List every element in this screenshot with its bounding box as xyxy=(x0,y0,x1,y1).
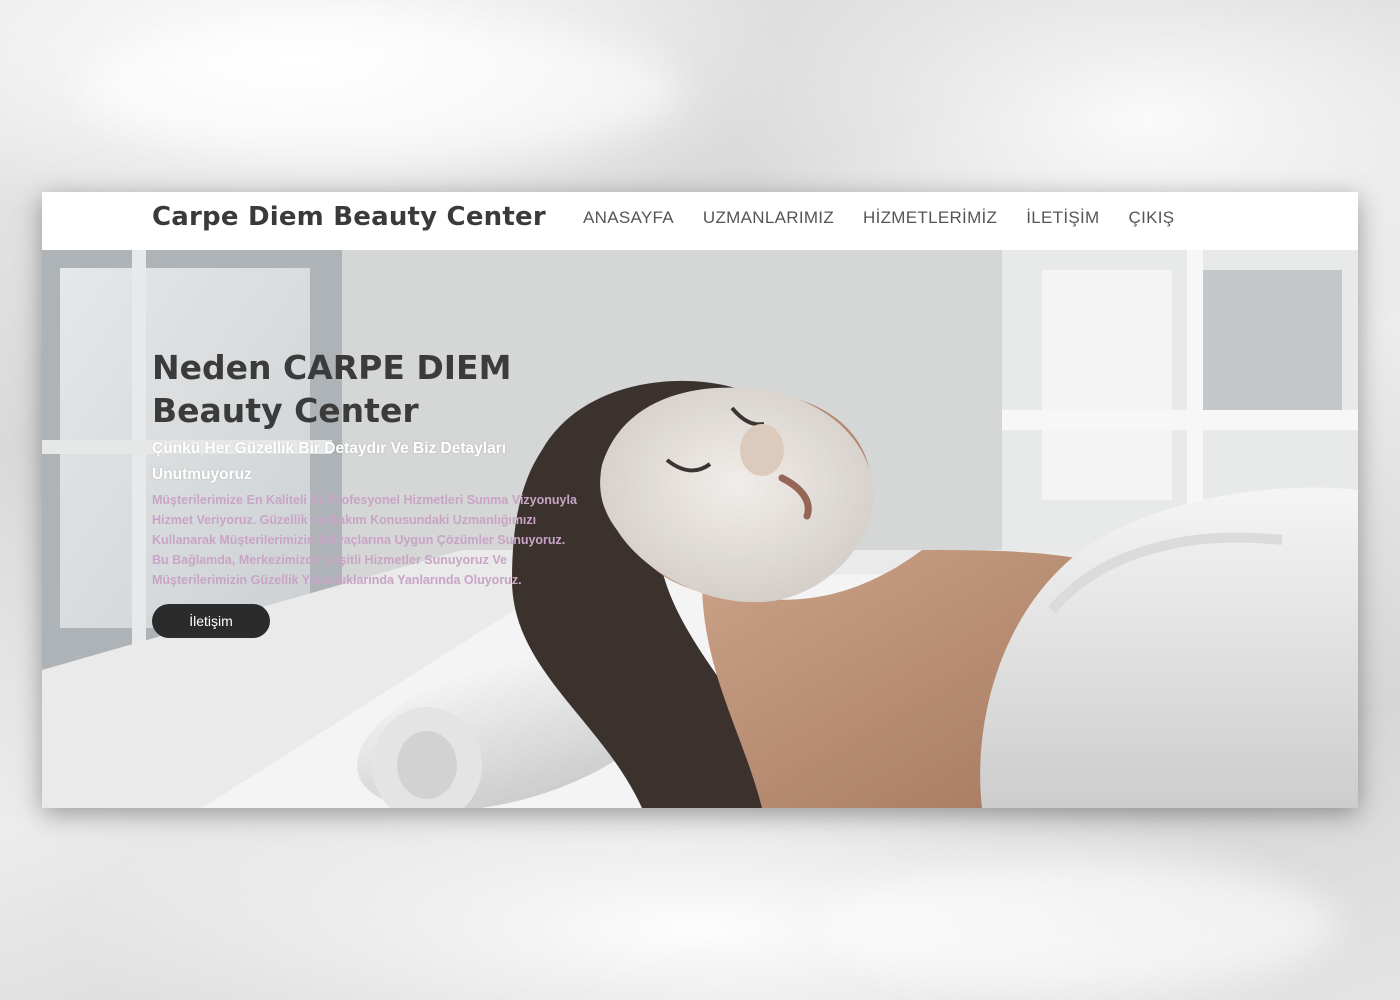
background-highlight xyxy=(80,20,680,160)
hero-title: Neden CARPE DIEM Beauty Center xyxy=(152,348,512,430)
top-navbar: Carpe Diem Beauty Center ANASAYFA UZMANL… xyxy=(42,192,1358,250)
nav-item-cikis[interactable]: ÇIKIŞ xyxy=(1129,208,1175,228)
hero-subtitle: Çünkü Her Güzellik Bir Detaydır Ve Biz D… xyxy=(152,440,507,483)
hero-section: Neden CARPE DIEM Beauty Center Çünkü Her… xyxy=(42,250,1358,808)
nav-item-hizmetlerimiz[interactable]: HİZMETLERİMİZ xyxy=(863,208,997,228)
hero-description: Müşterilerimize En Kaliteli Ve Profesyon… xyxy=(152,493,577,587)
nav-item-iletisim[interactable]: İLETİŞİM xyxy=(1026,208,1099,228)
nav-menu: ANASAYFA UZMANLARIMIZ HİZMETLERİMİZ İLET… xyxy=(583,208,1174,228)
contact-button[interactable]: İletişim xyxy=(152,604,270,638)
background-highlight xyxy=(820,860,1340,990)
nav-item-anasayfa[interactable]: ANASAYFA xyxy=(583,208,674,228)
nav-item-uzmanlarimiz[interactable]: UZMANLARIMIZ xyxy=(703,208,834,228)
brand-logo-text[interactable]: Carpe Diem Beauty Center xyxy=(152,202,546,232)
website-screenshot-frame: Carpe Diem Beauty Center ANASAYFA UZMANL… xyxy=(42,192,1358,808)
hero-text-block: Neden CARPE DIEM Beauty Center Çünkü Her… xyxy=(152,346,577,638)
